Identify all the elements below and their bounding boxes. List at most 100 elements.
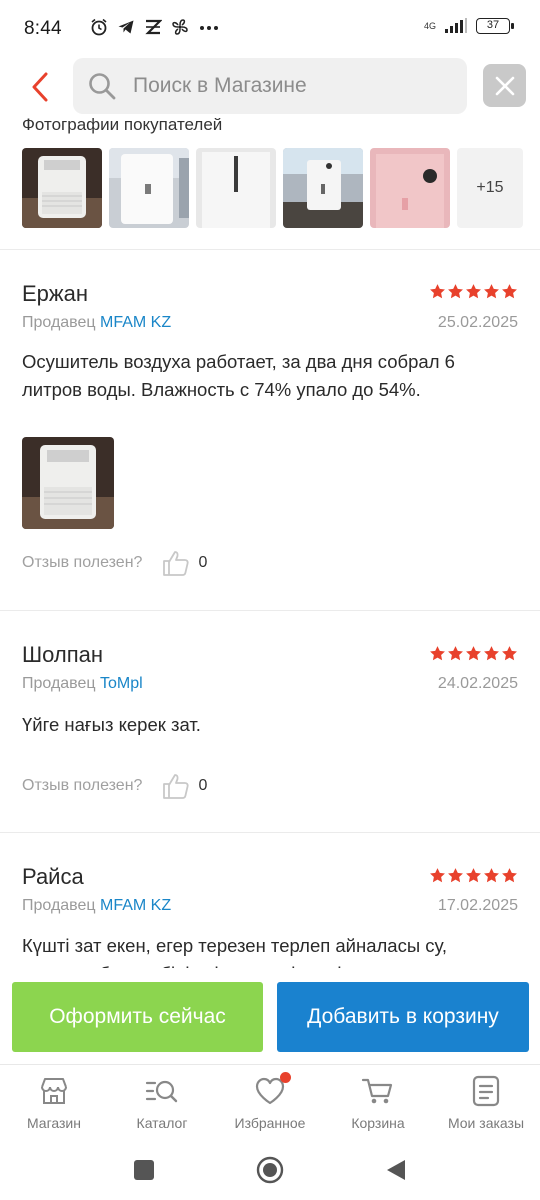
seller-link[interactable]: MFAM KZ [100, 897, 171, 914]
helpful-row: Отзыв полезен? 0 [22, 770, 207, 802]
star-icon [430, 646, 445, 661]
cart-icon [361, 1078, 393, 1104]
star-icon [502, 284, 517, 299]
like-button[interactable] [160, 547, 192, 579]
star-icon [502, 646, 517, 661]
helpful-label: Отзыв полезен? [22, 777, 143, 794]
search-box[interactable] [73, 58, 467, 114]
review-text: Күшті зат екен, егер терезен терлеп айна… [22, 935, 448, 973]
star-icon [484, 646, 499, 661]
status-bar: 8:44 4G 37 [0, 0, 540, 56]
orders-icon [472, 1075, 500, 1107]
system-navigation-bar [0, 1140, 540, 1200]
tab-label: Корзина [351, 1115, 405, 1131]
search-input[interactable] [133, 74, 433, 98]
recent-apps-button[interactable] [124, 1150, 164, 1190]
tab-catalog[interactable]: Каталог [108, 1065, 216, 1140]
helpful-row: Отзыв полезен? 0 [22, 547, 207, 579]
review-seller: Продавец MFAM KZ [22, 314, 171, 332]
bottom-tab-bar: Магазин Каталог Избранное Корзина Мои за… [0, 1064, 540, 1140]
helpful-label: Отзыв полезен? [22, 554, 143, 571]
rating-stars [429, 645, 518, 662]
purchase-action-bar: Оформить сейчас Добавить в корзину [0, 968, 540, 1064]
review-text: Үйге нағыз керек зат. [22, 714, 201, 735]
tab-cart[interactable]: Корзина [324, 1065, 432, 1140]
star-icon [484, 868, 499, 883]
customer-photo-thumbnail[interactable] [109, 148, 189, 228]
reviewer-name: Шолпан [22, 642, 104, 667]
rating-stars [429, 867, 518, 884]
review-text: Осушитель воздуха работает, за два дня с… [22, 351, 455, 400]
tab-label: Магазин [26, 1115, 81, 1131]
reviewer-name: Райса [22, 864, 84, 889]
customer-photo-thumbnail[interactable] [283, 148, 363, 228]
review-seller: Продавец ToMpl [22, 675, 143, 693]
like-count: 0 [198, 777, 208, 794]
app-logo-icon [145, 19, 162, 35]
customer-photo-thumbnail[interactable] [196, 148, 276, 228]
status-time: 8:44 [24, 18, 62, 39]
star-icon [430, 284, 445, 299]
telegram-icon [118, 20, 134, 34]
review-card: Ержан Продавец MFAM KZ 25.02.2025 Осушит… [0, 250, 540, 611]
rating-stars [429, 283, 518, 300]
seller-link[interactable]: ToMpl [100, 675, 143, 692]
fan-icon [172, 19, 188, 35]
review-photo[interactable] [22, 437, 114, 529]
star-icon [466, 646, 481, 661]
search-icon [89, 73, 116, 100]
thumbs-up-icon [163, 774, 190, 799]
star-icon [466, 868, 481, 883]
thumbs-up-icon [163, 551, 190, 576]
store-icon [41, 1078, 67, 1104]
seller-link[interactable]: MFAM KZ [100, 314, 171, 331]
status-notification-icons [90, 18, 220, 36]
review-date: 17.02.2025 [437, 897, 518, 914]
seller-prefix: Продавец [22, 314, 96, 331]
review-seller: Продавец MFAM KZ [22, 897, 171, 915]
triangle-back-icon [387, 1160, 405, 1180]
customer-photos-section: Фотографии покупателей +15 [0, 118, 540, 250]
home-button[interactable] [250, 1150, 290, 1190]
catalog-search-icon [145, 1080, 178, 1103]
tab-orders[interactable]: Мои заказы [432, 1065, 540, 1140]
notification-badge [280, 1072, 291, 1083]
tab-label: Каталог [136, 1115, 188, 1131]
tab-store[interactable]: Магазин [0, 1065, 108, 1140]
tab-label: Мои заказы [447, 1115, 525, 1131]
star-icon [448, 284, 463, 299]
home-circle-icon [256, 1156, 284, 1184]
close-button[interactable] [483, 64, 526, 107]
customer-photo-thumbnail[interactable] [370, 148, 450, 228]
network-type-label: 4G [423, 20, 436, 31]
customer-photos-row: +15 [22, 148, 523, 228]
back-nav-button[interactable] [376, 1150, 416, 1190]
star-icon [484, 284, 499, 299]
tab-label: Избранное [234, 1115, 306, 1131]
seller-prefix: Продавец [22, 897, 96, 914]
star-icon [448, 646, 463, 661]
buy-now-button[interactable]: Оформить сейчас [12, 982, 263, 1052]
star-icon [448, 868, 463, 883]
top-bar [0, 56, 540, 118]
reviewer-name: Ержан [22, 281, 89, 306]
customer-photo-thumbnail[interactable] [22, 148, 102, 228]
like-count: 0 [198, 554, 208, 571]
like-button[interactable] [160, 770, 192, 802]
review-card: Райса Продавец MFAM KZ 17.02.2025 Күшті … [0, 833, 540, 973]
signal-icon [445, 18, 467, 33]
battery-icon: 37 [476, 18, 514, 34]
square-icon [134, 1160, 154, 1180]
review-date: 24.02.2025 [437, 675, 518, 692]
close-icon [495, 76, 514, 95]
add-to-cart-button[interactable]: Добавить в корзину [277, 982, 529, 1052]
customer-photos-title: Фотографии покупателей [22, 118, 223, 134]
tab-favorites[interactable]: Избранное [216, 1065, 324, 1140]
chevron-left-icon [32, 72, 48, 102]
back-button[interactable] [18, 62, 62, 112]
star-icon [466, 284, 481, 299]
alarm-icon [91, 18, 107, 36]
review-card: Шолпан Продавец ToMpl 24.02.2025 Үйге на… [0, 611, 540, 833]
more-photos-button[interactable]: +15 [457, 148, 523, 228]
more-notifications-icon [200, 26, 218, 30]
